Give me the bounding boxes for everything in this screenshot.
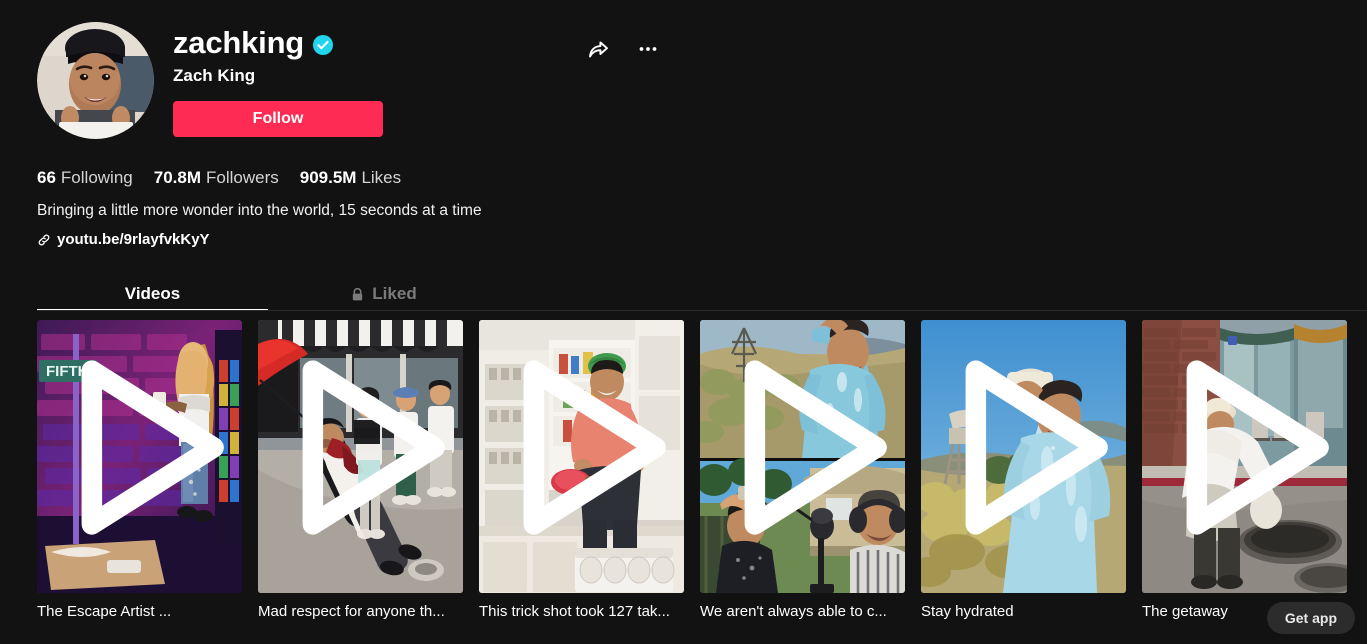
followers-label: Followers	[205, 168, 279, 187]
view-count: 1M	[47, 320, 242, 584]
followers-count: 70.8M	[153, 168, 201, 187]
stat-likes: 909.5M Likes	[300, 167, 401, 189]
video-card: FIFTH The Escape Artist ...	[37, 320, 242, 630]
following-count: 66	[37, 168, 56, 187]
video-thumbnail[interactable]: 14.9M	[700, 320, 905, 593]
tabs-divider	[37, 310, 1367, 311]
more-options-button[interactable]	[632, 33, 664, 65]
stat-following[interactable]: 66 Following	[37, 167, 133, 189]
header-actions	[582, 33, 664, 65]
get-app-button[interactable]: Get app	[1266, 602, 1355, 634]
play-icon	[302, 360, 445, 535]
avatar[interactable]	[37, 22, 154, 139]
tab-liked[interactable]: Liked	[268, 277, 499, 311]
link-chain-icon	[38, 234, 50, 246]
view-count: 3.8M	[489, 320, 684, 584]
play-icon	[744, 360, 887, 535]
profile-link[interactable]: youtu.be/9rlayfvkKyY	[37, 230, 210, 250]
profile-stats: 66 Following 70.8M Followers 909.5M Likes	[37, 167, 401, 189]
profile-identity: zachking Zach King Follow	[173, 22, 773, 137]
share-arrow-icon	[589, 41, 608, 58]
video-card: 10M Stay hydrated	[921, 320, 1126, 630]
view-count: 10.1M	[268, 320, 463, 584]
tiktok-profile-page: zachking Zach King Follow 66 Following 7…	[0, 0, 1367, 644]
video-card: 3.8M This trick shot took 127 tak...	[479, 320, 684, 630]
follow-button[interactable]: Follow	[173, 101, 383, 137]
video-caption[interactable]: This trick shot took 127 tak...	[479, 602, 684, 622]
more-options-icon	[639, 47, 657, 51]
following-label: Following	[60, 168, 133, 187]
video-grid: FIFTH The Escape Artist ... Mad respect …	[37, 320, 1367, 630]
tab-videos[interactable]: Videos	[37, 277, 268, 311]
profile-tabs: Videos Liked	[37, 277, 730, 311]
lock-icon	[353, 287, 363, 300]
video-card: 45.7M The getaway	[1142, 320, 1347, 630]
display-name: Zach King	[173, 66, 256, 85]
play-icon	[523, 360, 666, 535]
video-card: 14.9M We aren't always able to c...	[700, 320, 905, 630]
tab-liked-label: Liked	[372, 284, 417, 303]
tab-videos-label: Videos	[124, 284, 181, 303]
stat-followers[interactable]: 70.8M Followers	[154, 167, 279, 189]
video-caption[interactable]: Stay hydrated	[921, 602, 1126, 622]
play-icon	[1186, 360, 1329, 535]
play-icon	[81, 360, 224, 535]
video-caption[interactable]: We aren't always able to c...	[700, 602, 905, 622]
video-thumbnail[interactable]: 45.7M	[1142, 320, 1347, 593]
video-thumbnail[interactable]: 3.8M	[479, 320, 684, 593]
username: zachking	[173, 25, 305, 60]
username-row: zachking	[173, 22, 773, 64]
video-caption[interactable]: Mad respect for anyone th...	[258, 602, 463, 622]
video-thumbnail[interactable]: FIFTH	[37, 320, 242, 593]
video-card: 10.1M Mad respect for anyone th...	[258, 320, 463, 630]
video-thumbnail[interactable]: 10.1M	[258, 320, 463, 593]
share-button[interactable]	[582, 33, 614, 65]
play-icon	[965, 360, 1108, 535]
profile-header: zachking Zach King Follow	[37, 22, 1337, 152]
profile-bio: Bringing a little more wonder into the w…	[37, 202, 482, 219]
verified-badge-icon	[313, 34, 334, 55]
likes-count: 909.5M	[299, 168, 357, 187]
view-count: 10M	[931, 320, 1126, 584]
profile-link-text: youtu.be/9rlayfvkKyY	[57, 231, 210, 248]
view-count: 14.9M	[710, 320, 905, 584]
video-thumbnail[interactable]: 10M	[921, 320, 1126, 593]
video-caption[interactable]: The Escape Artist ...	[37, 602, 242, 622]
view-count: 45.7M	[1152, 320, 1347, 584]
likes-label: Likes	[361, 168, 402, 187]
